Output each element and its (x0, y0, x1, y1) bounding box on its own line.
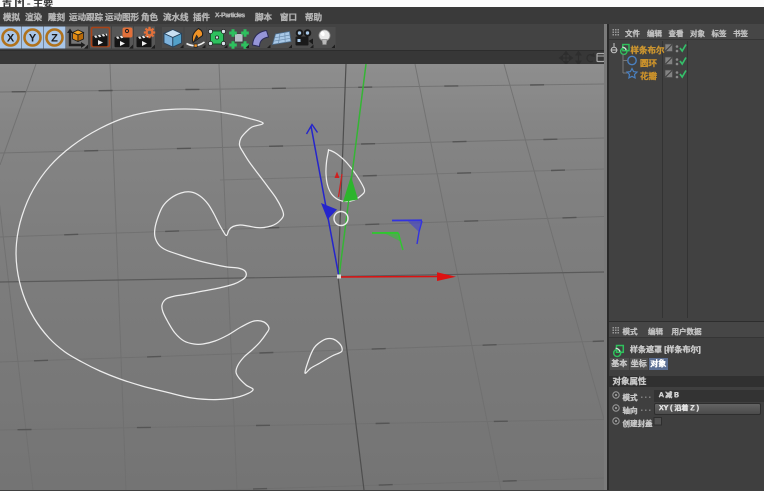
svg-text:X: X (7, 33, 15, 45)
svg-text:Y: Y (29, 33, 37, 45)
svg-text:Z: Z (51, 33, 58, 45)
